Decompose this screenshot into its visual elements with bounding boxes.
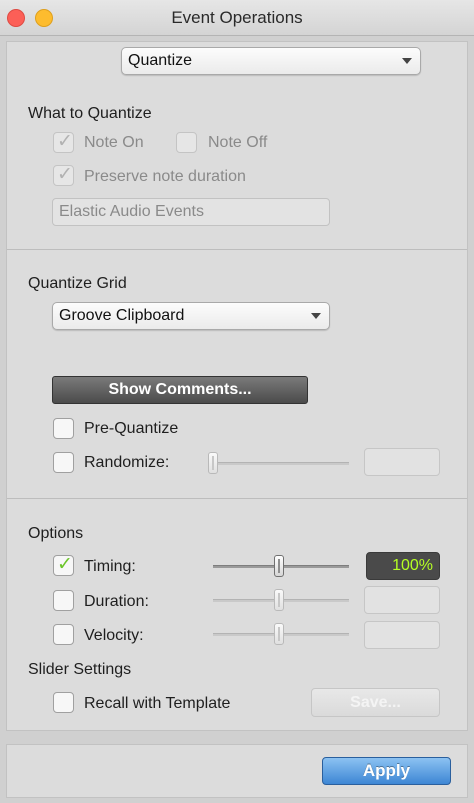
timing-label: Timing: (84, 558, 136, 575)
note-on-label: Note On (84, 134, 144, 151)
duration-checkbox[interactable] (53, 590, 74, 611)
randomize-slider-thumb[interactable] (208, 452, 218, 474)
velocity-checkbox[interactable] (53, 624, 74, 645)
note-on-checkbox[interactable]: ✓ (53, 131, 74, 153)
pre-quantize-label: Pre-Quantize (84, 420, 179, 437)
options-heading: Options (28, 525, 84, 542)
recall-with-template-label: Recall with Template (84, 695, 231, 712)
slider-settings-heading: Slider Settings (28, 661, 132, 678)
duration-value-field[interactable] (364, 586, 440, 614)
velocity-label: Velocity: (84, 627, 144, 644)
pre-quantize-checkbox[interactable] (53, 418, 74, 439)
timing-checkbox[interactable]: ✓ (53, 554, 74, 576)
section-divider (7, 498, 467, 499)
velocity-value-field[interactable] (364, 621, 440, 649)
main-panel: Quantize What to Quantize ✓ Note On Note… (6, 41, 468, 731)
velocity-slider-thumb[interactable] (274, 623, 284, 645)
operation-popup[interactable]: Quantize (121, 47, 421, 75)
preserve-duration-label: Preserve note duration (84, 168, 246, 185)
chevron-down-icon (311, 313, 321, 319)
timing-slider-thumb[interactable] (274, 555, 284, 577)
randomize-slider[interactable] (213, 462, 349, 465)
checkmark-icon: ✓ (57, 164, 73, 185)
apply-button[interactable]: Apply (322, 757, 451, 785)
quantize-grid-heading: Quantize Grid (28, 275, 127, 292)
recall-with-template-checkbox[interactable] (53, 692, 74, 713)
footer-panel: Apply (6, 744, 468, 798)
checkmark-icon: ✓ (57, 554, 73, 575)
duration-label: Duration: (84, 593, 149, 610)
save-button[interactable]: Save... (311, 688, 440, 717)
event-operations-window: Event Operations Quantize What to Quanti… (0, 0, 474, 803)
window-title: Event Operations (171, 8, 303, 27)
quantize-grid-popup-label: Groove Clipboard (59, 307, 185, 324)
what-to-quantize-heading: What to Quantize (28, 105, 152, 122)
duration-slider-thumb[interactable] (274, 589, 284, 611)
randomize-label: Randomize: (84, 454, 170, 471)
preserve-duration-checkbox[interactable]: ✓ (53, 164, 74, 186)
show-comments-button[interactable]: Show Comments... (52, 376, 308, 404)
note-off-checkbox[interactable] (176, 132, 197, 153)
timing-value: 100% (392, 557, 433, 574)
randomize-checkbox[interactable] (53, 452, 74, 473)
elastic-audio-events-field: Elastic Audio Events (52, 198, 330, 226)
quantize-grid-popup[interactable]: Groove Clipboard (52, 302, 330, 330)
title-bar[interactable]: Event Operations (0, 0, 474, 36)
randomize-value-field[interactable] (364, 448, 440, 476)
timing-value-field[interactable]: 100% (366, 552, 440, 580)
elastic-audio-events-text: Elastic Audio Events (59, 203, 204, 220)
operation-popup-label: Quantize (128, 52, 193, 69)
note-off-label: Note Off (208, 134, 268, 151)
chevron-down-icon (402, 58, 412, 64)
section-divider (7, 249, 467, 250)
checkmark-icon: ✓ (57, 131, 73, 152)
